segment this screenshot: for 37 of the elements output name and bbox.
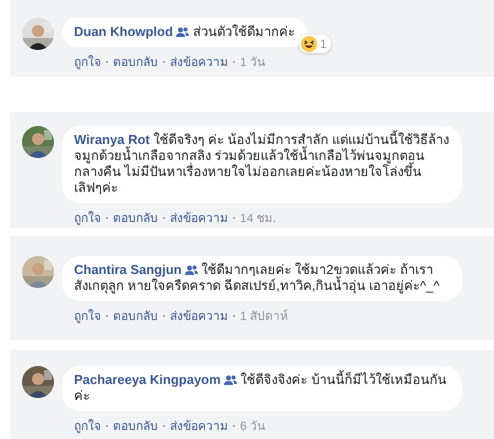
separator-dot <box>163 60 165 62</box>
comment-text: Duan Khowplod ส่วนตัวใช้ดีมากค่ะ <box>74 24 295 40</box>
action-link[interactable]: ส่งข้อความ <box>170 306 228 325</box>
action-link[interactable]: ส่งข้อความ <box>170 52 228 71</box>
action-link[interactable]: ส่งข้อความ <box>170 208 228 227</box>
separator-dot <box>163 424 165 426</box>
separator-dot <box>163 314 165 316</box>
comment-text: Pachareeya Kingpayom ใช้ดีจิงจิงค่ะ บ้านนี้ก็มีไว้ใช้เหมือนกันค่ะ <box>74 372 448 404</box>
author-name[interactable]: Pachareeya Kingpayom <box>74 372 221 387</box>
separator-dot <box>233 216 235 218</box>
separator-dot <box>163 216 165 218</box>
separator-dot <box>233 314 235 316</box>
friends-icon <box>184 265 198 275</box>
separator-dot <box>233 60 235 62</box>
friends-icon <box>176 27 189 37</box>
comment-text: Chantira Sangjun ใช้ดีมากๆเลยค่ะ ใช้มา2ขวดแล้วค่ะ ถ้าเราสังเกตุลูก หายใจครืดคราด ฉีดสเปรย์,ทาวิค,กินน้ำอุ่น เอาอยู่ค่ะ^_^ <box>74 262 440 294</box>
action-link[interactable]: ถูกใจ <box>74 208 101 227</box>
action-link[interactable]: ถูกใจ <box>74 52 101 71</box>
comment-text: Wiranya Rot ใช้ดีจริงๆ ค่ะ น้องไม่มีการสำลัก แต่แม่บ้านนี้ใช้วิธีล้างจมูกด้วยน้ำเกลือจากสลิง ร่วมด้วยแล้วใช้น้ำเกลือไว้พ่นจมูกตอนกลางคืน ไม่มีปันหาเรื่องหายใจไม่ออกเลยค่ะน้องหายใจโล่งขึ้น เลิฟๆค่ะ <box>74 132 450 196</box>
action-link[interactable]: ส่งข้อความ <box>170 416 228 435</box>
reaction-count: 1 <box>320 37 327 51</box>
author-name[interactable]: Duan Khowplod <box>74 24 173 39</box>
separator-dot <box>106 60 108 62</box>
separator-dot <box>233 424 235 426</box>
action-link[interactable]: ตอบกลับ <box>113 416 158 435</box>
action-link[interactable]: ตอบกลับ <box>113 306 158 325</box>
laughing-emoji-icon <box>300 36 317 52</box>
author-name[interactable]: Wiranya Rot <box>74 132 150 147</box>
action-link[interactable]: ถูกใจ <box>74 306 101 325</box>
author-name[interactable]: Chantira Sangjun <box>74 262 182 277</box>
action-link[interactable]: ตอบกลับ <box>113 208 158 227</box>
action-link[interactable]: ถูกใจ <box>74 416 101 435</box>
friends-icon <box>224 375 237 385</box>
separator-dot <box>106 314 108 316</box>
action-link[interactable]: ตอบกลับ <box>113 52 158 71</box>
separator-dot <box>106 424 108 426</box>
separator-dot <box>106 216 108 218</box>
